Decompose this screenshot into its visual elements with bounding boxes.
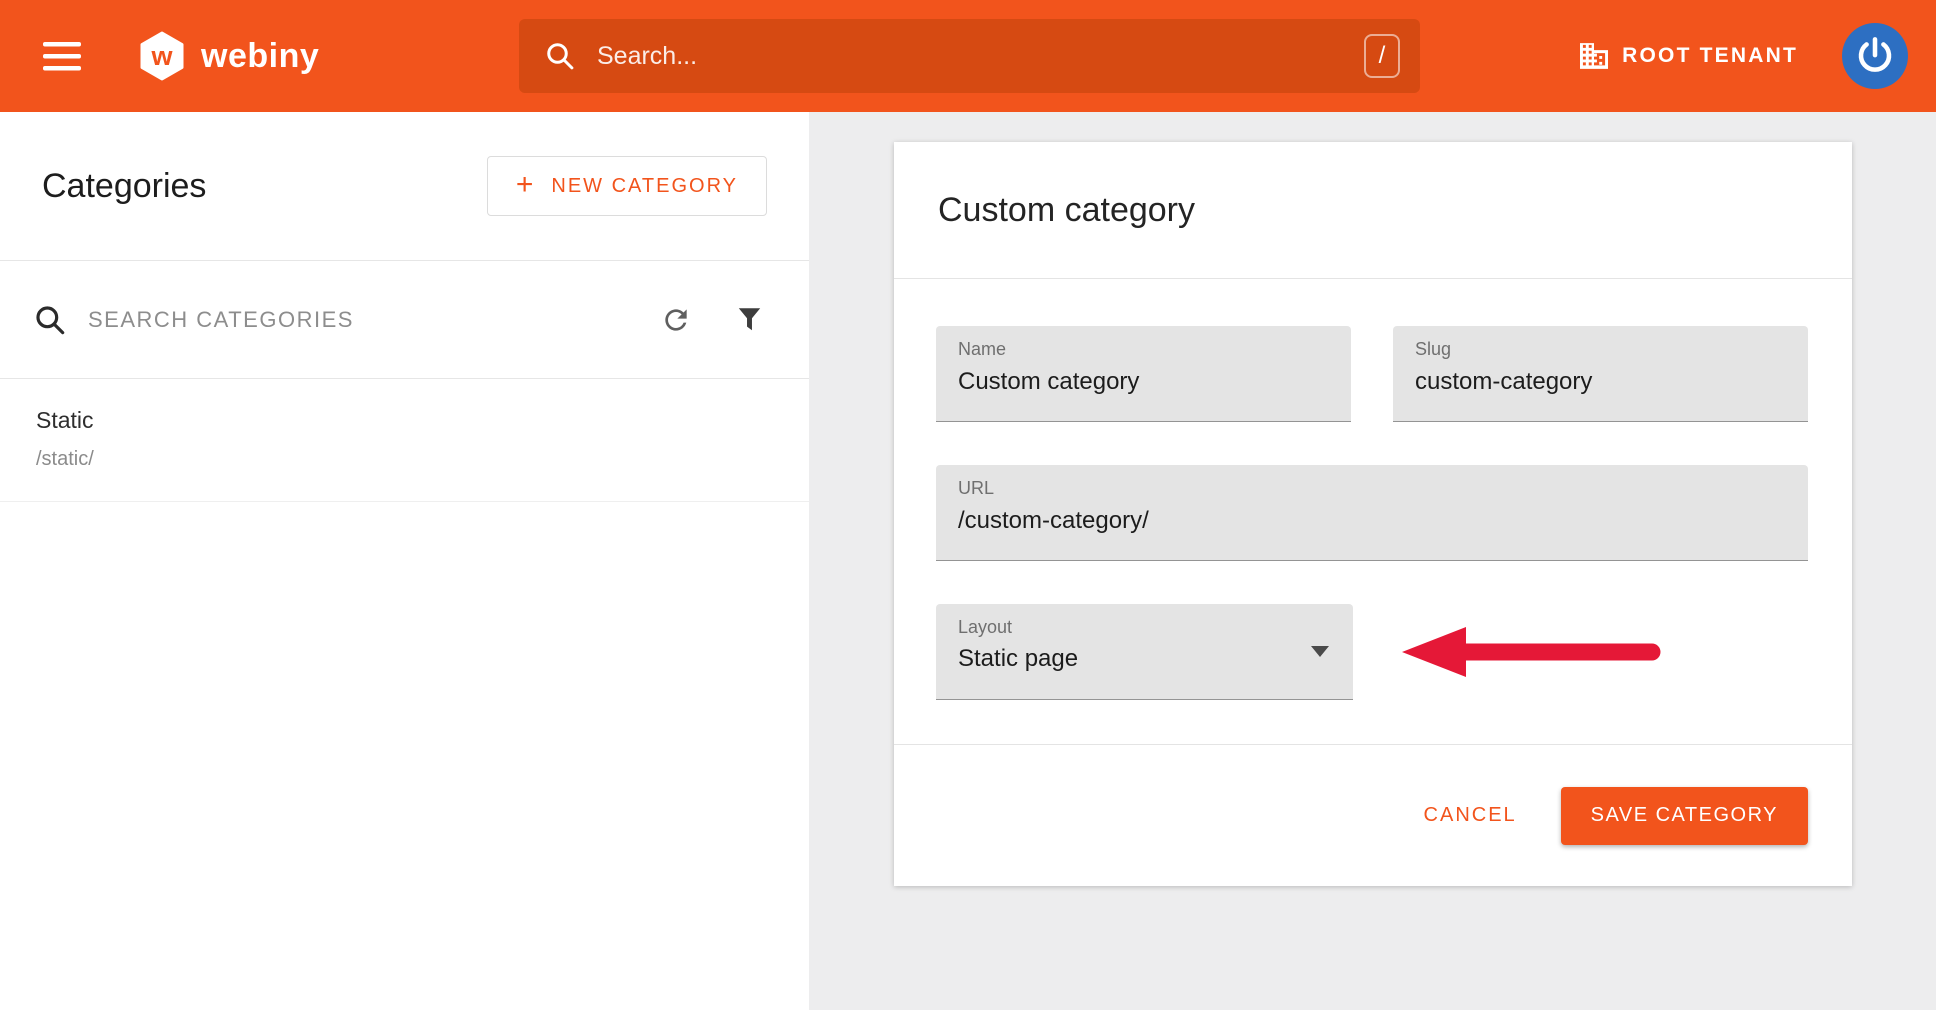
categories-search-bar <box>0 261 809 379</box>
content-area: Custom category Name Slug URL <box>809 112 1936 1010</box>
url-input[interactable] <box>958 506 1786 536</box>
slug-field-label: Slug <box>1415 339 1786 360</box>
filter-icon <box>736 306 763 333</box>
category-name: Static <box>36 407 767 434</box>
global-search-input[interactable] <box>597 42 1364 71</box>
card-header: Custom category <box>894 142 1852 279</box>
card-body: Name Slug URL Layout <box>894 279 1852 700</box>
save-category-button[interactable]: SAVE CATEGORY <box>1561 787 1808 845</box>
categories-header: Categories + NEW CATEGORY <box>0 112 809 261</box>
new-category-button[interactable]: + NEW CATEGORY <box>487 156 767 216</box>
search-icon <box>545 41 575 71</box>
new-category-button-label: NEW CATEGORY <box>551 175 738 198</box>
chevron-down-icon <box>1311 646 1329 657</box>
topbar: w webiny / ROOT TENAN <box>0 0 1936 112</box>
app-root: w webiny / ROOT TENAN <box>0 0 1936 1010</box>
global-search[interactable]: / <box>519 19 1420 93</box>
layout-selected-value: Static page <box>958 645 1331 673</box>
power-icon <box>1854 35 1896 77</box>
category-list-item[interactable]: Static /static/ <box>0 379 809 502</box>
category-list: Static /static/ <box>0 379 809 502</box>
categories-panel: Categories + NEW CATEGORY <box>0 112 809 1010</box>
form-title: Custom category <box>938 191 1195 230</box>
name-field[interactable]: Name <box>936 326 1351 422</box>
card-footer: CANCEL SAVE CATEGORY <box>894 744 1852 886</box>
layout-select[interactable]: Layout Static page <box>936 604 1353 700</box>
page-title: Categories <box>42 167 206 206</box>
menu-icon[interactable] <box>43 41 81 71</box>
building-icon <box>1580 43 1608 69</box>
red-arrow-annotation <box>1400 624 1670 680</box>
svg-text:w: w <box>150 41 173 71</box>
webiny-logo-icon: w <box>139 31 185 81</box>
form-row-layout: Layout Static page <box>936 604 1808 700</box>
search-icon <box>34 304 66 336</box>
tenant-selector[interactable]: ROOT TENANT <box>1580 43 1798 69</box>
slash-shortcut-badge: / <box>1364 34 1400 78</box>
tenant-label: ROOT TENANT <box>1622 44 1798 68</box>
filter-button[interactable] <box>736 306 763 333</box>
name-input[interactable] <box>958 367 1329 397</box>
brand-name: webiny <box>201 37 319 76</box>
category-url: /static/ <box>36 448 767 471</box>
url-field-label: URL <box>958 478 1786 499</box>
refresh-button[interactable] <box>660 304 692 336</box>
layout-field-label: Layout <box>958 617 1331 638</box>
plus-icon: + <box>516 170 536 200</box>
refresh-icon <box>660 304 692 336</box>
slug-field[interactable]: Slug <box>1393 326 1808 422</box>
category-form-card: Custom category Name Slug URL <box>894 142 1852 886</box>
url-field[interactable]: URL <box>936 465 1808 561</box>
name-field-label: Name <box>958 339 1329 360</box>
avatar[interactable] <box>1842 23 1908 89</box>
slug-input[interactable] <box>1415 367 1786 397</box>
form-row-url: URL <box>936 465 1808 561</box>
cancel-button[interactable]: CANCEL <box>1412 794 1529 837</box>
webiny-logo[interactable]: w webiny <box>139 31 319 81</box>
topbar-right: ROOT TENANT <box>1580 23 1908 89</box>
form-row-name-slug: Name Slug <box>936 326 1808 422</box>
categories-search-input[interactable] <box>88 307 616 333</box>
